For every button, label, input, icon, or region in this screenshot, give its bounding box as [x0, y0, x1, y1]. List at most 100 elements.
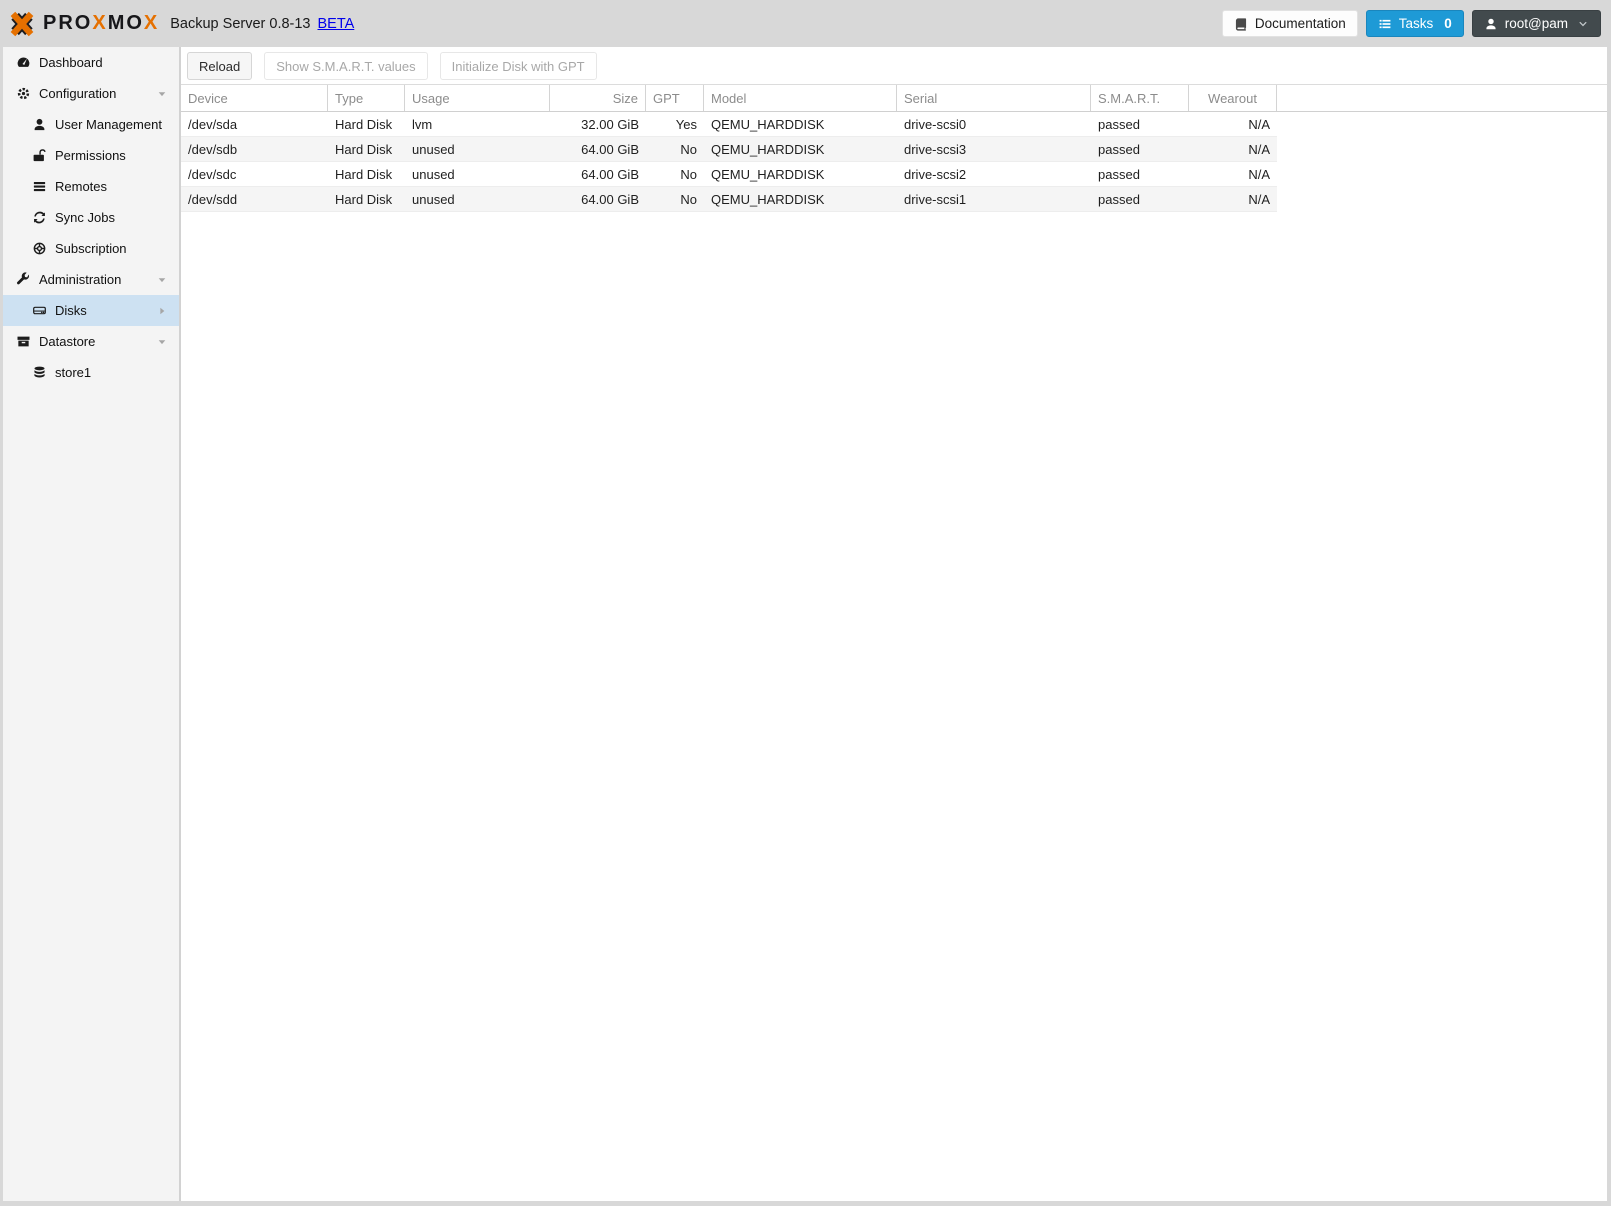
- tasks-button[interactable]: Tasks 0: [1365, 10, 1464, 37]
- sidebar-item-disks[interactable]: Disks: [3, 295, 179, 326]
- column-header-type[interactable]: Type: [328, 85, 405, 111]
- sidebar-nav: Dashboard Configuration User Management …: [3, 47, 181, 1201]
- tasks-list-icon: [1378, 17, 1392, 31]
- cell-usage: unused: [412, 166, 455, 182]
- cell-serial: drive-scsi3: [904, 141, 967, 157]
- user-menu-button[interactable]: root@pam: [1471, 10, 1601, 37]
- cell-wearout: N/A: [1248, 191, 1270, 207]
- hdd-icon: [32, 303, 47, 318]
- proxmox-wordmark: PROXMOX: [43, 12, 160, 34]
- cell-serial: drive-scsi0: [904, 116, 967, 132]
- chevron-down-icon: [1577, 18, 1589, 30]
- sidebar-item-label: Subscription: [55, 241, 127, 256]
- cell-gpt: Yes: [675, 116, 697, 132]
- collapse-down-icon: [156, 88, 168, 100]
- cell-type: Hard Disk: [335, 141, 393, 157]
- cell-size: 64.00 GiB: [581, 166, 639, 182]
- unlock-icon: [32, 148, 47, 163]
- cell-s-m-a-r-t: passed: [1098, 191, 1140, 207]
- sidebar-item-label: Datastore: [39, 334, 96, 349]
- grid-header-row: Device Type Usage Size GPT Model Serial S.M.A.R…: [181, 84, 1607, 112]
- cell-model: QEMU_HARDDISK: [711, 116, 825, 132]
- user-icon: [32, 117, 47, 132]
- grid-empty-area: [181, 212, 1607, 1201]
- support-icon: [32, 241, 47, 256]
- cell-serial: drive-scsi2: [904, 166, 967, 182]
- column-header-usage[interactable]: Usage: [405, 85, 550, 111]
- main-panel: Reload Show S.M.A.R.T. values Initialize D…: [181, 47, 1607, 1201]
- cell-model: QEMU_HARDDISK: [711, 191, 825, 207]
- database-icon: [32, 365, 47, 380]
- sidebar-item-label: Permissions: [55, 148, 126, 163]
- proxmox-logo-icon: [10, 11, 34, 36]
- sidebar-item-label: Disks: [55, 303, 87, 318]
- disks-toolbar: Reload Show S.M.A.R.T. values Initialize D…: [181, 47, 1607, 84]
- cell-gpt: No: [680, 166, 697, 182]
- cell-device: /dev/sdb: [188, 141, 238, 157]
- column-header-size[interactable]: Size: [550, 85, 646, 111]
- sidebar-item-label: Configuration: [39, 86, 117, 101]
- column-header-device[interactable]: Device: [181, 85, 328, 111]
- cell-size: 32.00 GiB: [581, 116, 639, 132]
- sidebar-item-dashboard[interactable]: Dashboard: [3, 47, 179, 78]
- cell-s-m-a-r-t: passed: [1098, 166, 1140, 182]
- sidebar-item-store1[interactable]: store1: [3, 357, 179, 388]
- initialize-disk-with-gpt-button[interactable]: Initialize Disk with GPT: [439, 52, 597, 80]
- sidebar-item-label: store1: [55, 365, 92, 380]
- table-row-dev-sdb[interactable]: /dev/sdb Hard Disk unused 64.00 GiB No QEMU_H…: [181, 137, 1277, 162]
- column-header-filler: [1277, 85, 1607, 111]
- sidebar-item-sync-jobs[interactable]: Sync Jobs: [3, 202, 179, 233]
- cell-s-m-a-r-t: passed: [1098, 141, 1140, 157]
- reload-button[interactable]: Reload: [187, 52, 253, 80]
- cell-type: Hard Disk: [335, 191, 393, 207]
- cell-s-m-a-r-t: passed: [1098, 116, 1140, 132]
- column-header-serial[interactable]: Serial: [897, 85, 1091, 111]
- cogs-icon: [16, 86, 31, 101]
- submenu-right-icon: [156, 305, 168, 317]
- show-s-m-a-r-t-values-button[interactable]: Show S.M.A.R.T. values: [264, 52, 428, 80]
- beta-link[interactable]: BETA: [318, 16, 355, 32]
- sidebar-item-datastore[interactable]: Datastore: [3, 326, 179, 357]
- column-header-wearout[interactable]: Wearout: [1189, 85, 1277, 111]
- sidebar-item-label: Administration: [39, 272, 122, 287]
- topbar: PROXMOX Backup Server 0.8-13 BETA Docume…: [0, 0, 1611, 47]
- cell-usage: unused: [412, 191, 455, 207]
- cell-usage: unused: [412, 141, 455, 157]
- disks-grid: Device Type Usage Size GPT Model Serial S.M.A.R…: [181, 84, 1607, 1201]
- sidebar-item-administration[interactable]: Administration: [3, 264, 179, 295]
- cell-model: QEMU_HARDDISK: [711, 166, 825, 182]
- sidebar-item-label: Dashboard: [39, 55, 103, 70]
- cell-device: /dev/sdc: [188, 166, 237, 182]
- cell-size: 64.00 GiB: [581, 191, 639, 207]
- collapse-down-icon: [156, 336, 168, 348]
- table-row-dev-sdd[interactable]: /dev/sdd Hard Disk unused 64.00 GiB No QEMU_H…: [181, 187, 1277, 212]
- cell-wearout: N/A: [1248, 141, 1270, 157]
- cell-device: /dev/sdd: [188, 191, 238, 207]
- sidebar-item-label: Remotes: [55, 179, 108, 194]
- sidebar-item-remotes[interactable]: Remotes: [3, 171, 179, 202]
- server-list-icon: [32, 179, 47, 194]
- user-icon: [1484, 17, 1498, 31]
- sidebar-item-label: User Management: [55, 117, 162, 132]
- column-header-gpt[interactable]: GPT: [646, 85, 704, 111]
- column-header-s-m-a-r-t[interactable]: S.M.A.R.T.: [1091, 85, 1189, 111]
- app-title: Backup Server 0.8-13: [170, 15, 311, 32]
- sidebar-item-permissions[interactable]: Permissions: [3, 140, 179, 171]
- body-wrap: Dashboard Configuration User Management …: [3, 47, 1607, 1201]
- column-header-model[interactable]: Model: [704, 85, 897, 111]
- cell-serial: drive-scsi1: [904, 191, 967, 207]
- table-row-dev-sda[interactable]: /dev/sda Hard Disk lvm 32.00 GiB Yes QEMU_HAR…: [181, 112, 1277, 137]
- dashboard-icon: [16, 55, 31, 70]
- proxmox-brand: PROXMOX: [8, 10, 159, 38]
- documentation-button[interactable]: Documentation: [1221, 10, 1358, 37]
- cell-wearout: N/A: [1248, 116, 1270, 132]
- cell-usage: lvm: [412, 116, 433, 132]
- sidebar-item-configuration[interactable]: Configuration: [3, 78, 179, 109]
- wrench-icon: [16, 272, 31, 287]
- archive-icon: [16, 334, 31, 349]
- table-row-dev-sdc[interactable]: /dev/sdc Hard Disk unused 64.00 GiB No QEMU_H…: [181, 162, 1277, 187]
- sidebar-item-user-management[interactable]: User Management: [3, 109, 179, 140]
- app-window: PROXMOX Backup Server 0.8-13 BETA Docume…: [0, 0, 1611, 1206]
- sidebar-item-subscription[interactable]: Subscription: [3, 233, 179, 264]
- collapse-down-icon: [156, 274, 168, 286]
